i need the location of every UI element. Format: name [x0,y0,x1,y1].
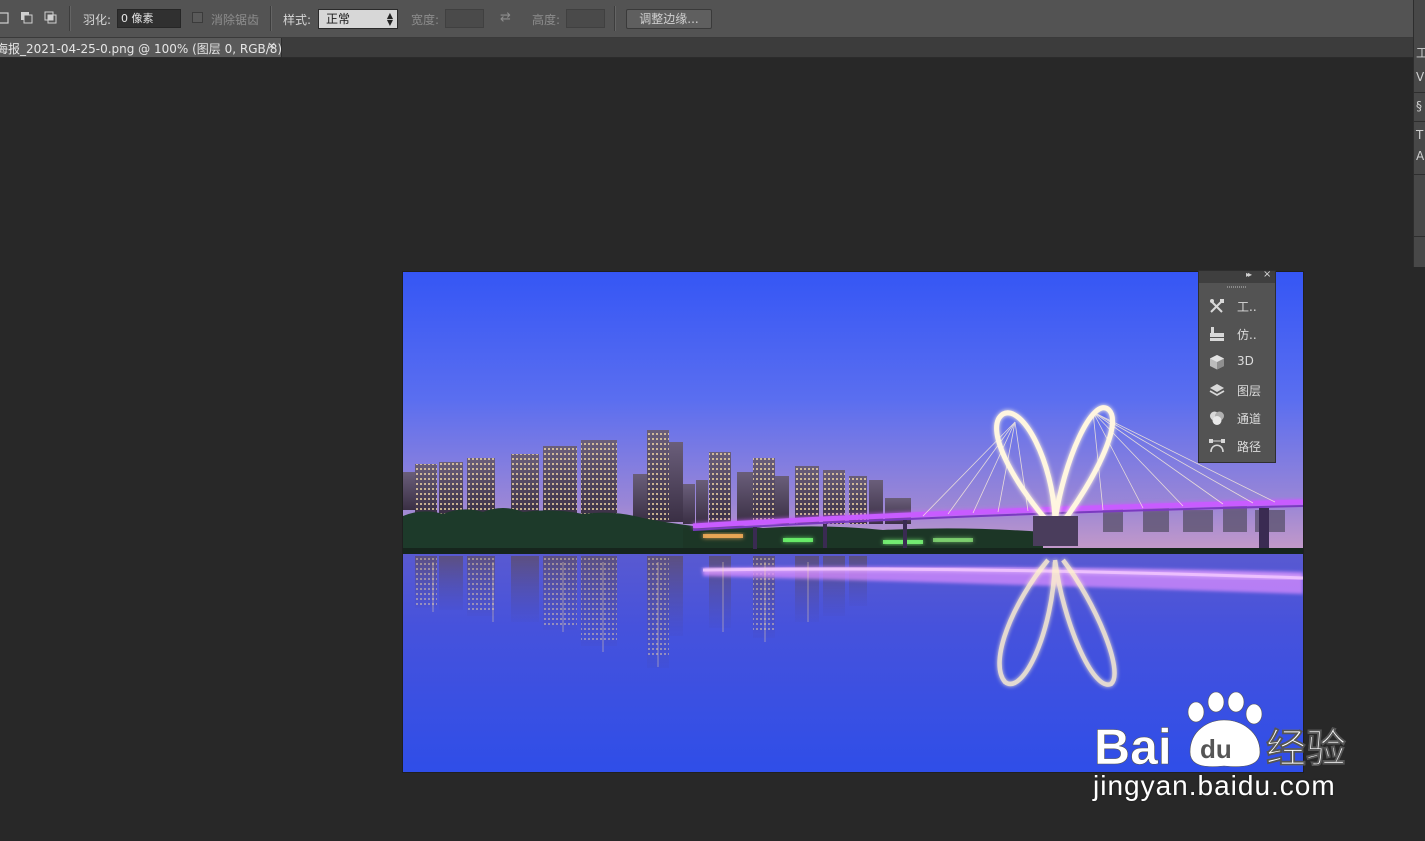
options-bar: 羽化: 0 像素 消除锯齿 样式: 正常 ▲ ▼ 宽度: ⇄ 高度: 调整边缘..… [0,0,1413,38]
close-icon[interactable]: × [267,39,276,52]
panel-item-label: 通道 [1237,412,1262,426]
document-tab-bar: 海报_2021-04-25-0.png @ 100% (图层 0, RGB/8)… [0,38,1413,58]
options-separator [270,6,272,31]
svg-text:du: du [1200,734,1232,764]
channels-icon [1208,409,1226,427]
panel-item-tools[interactable]: 工.. [1205,294,1273,318]
dock-glyph[interactable]: § [1416,99,1422,113]
tools-icon [1208,297,1226,315]
panel-item-label: 路径 [1237,440,1262,454]
dock-glyph[interactable]: T [1416,128,1423,142]
panel-item-clone-source[interactable]: 仿.. [1205,322,1273,346]
panel-item-label: 图层 [1237,384,1262,398]
selection-intersect-icon[interactable] [44,11,58,25]
style-select[interactable]: 正常 ▲ ▼ [318,9,398,29]
refine-edge-button[interactable]: 调整边缘... [626,9,712,29]
svg-text:Bai: Bai [1094,719,1172,770]
width-input[interactable] [445,9,484,28]
feather-label: 羽化: [83,13,112,27]
selection-new-icon[interactable] [0,11,11,25]
feather-input[interactable]: 0 像素 [117,9,181,28]
document-tab-title: 海报_2021-04-25-0.png @ 100% (图层 0, RGB/8) [0,42,283,56]
dock-divider [1414,236,1425,237]
paths-icon [1208,437,1226,455]
document-tab[interactable]: 海报_2021-04-25-0.png @ 100% (图层 0, RGB/8)… [0,38,282,57]
dock-glyph[interactable]: V [1416,70,1424,84]
close-icon[interactable]: × [1263,269,1271,280]
layers-icon [1208,381,1226,399]
panel-item-label: 3D [1237,354,1254,368]
height-label: 高度: [532,13,561,27]
antialias-checkbox[interactable] [192,12,203,23]
baidu-jingyan-logo: Bai du 经验 [1094,690,1354,775]
selection-subtract-icon[interactable] [20,11,34,25]
dock-glyph[interactable]: 工 [1416,44,1425,61]
panel-item-label: 工.. [1237,300,1257,314]
panel-item-layers[interactable]: 图层 [1205,378,1273,402]
clone-source-icon [1208,325,1226,343]
options-separator [614,6,616,31]
3d-cube-icon [1208,353,1226,371]
dock-divider [1414,174,1425,175]
expand-panels-icon[interactable]: ▸▸ [1246,270,1252,279]
width-label: 宽度: [411,13,440,27]
swap-dimensions-icon[interactable]: ⇄ [500,10,511,25]
panel-item-paths[interactable]: 路径 [1205,434,1273,458]
style-select-value: 正常 [326,12,351,26]
antialias-label: 消除锯齿 [211,13,260,27]
panel-grip[interactable] [1227,286,1247,288]
dock-divider [1414,92,1425,93]
options-separator [69,6,71,31]
panel-header[interactable]: ▸▸ × [1199,269,1275,283]
watermark-url: jingyan.baidu.com [1093,770,1336,801]
height-input[interactable] [566,9,605,28]
panel-item-label: 仿.. [1237,328,1257,342]
svg-text:经验: 经验 [1266,726,1346,770]
dock-divider [1414,121,1425,122]
right-dock-strip: 工 V § T A [1413,0,1425,267]
dock-glyph[interactable]: A [1416,149,1424,163]
panel-item-3d[interactable]: 3D [1205,350,1273,374]
panel-item-channels[interactable]: 通道 [1205,406,1273,430]
select-caret-icon: ▲ ▼ [386,11,393,27]
style-label: 样式: [283,13,312,27]
collapsed-panel-group: ▸▸ × 工.. 仿.. 3D 图层 通道 路径 [1198,269,1276,463]
